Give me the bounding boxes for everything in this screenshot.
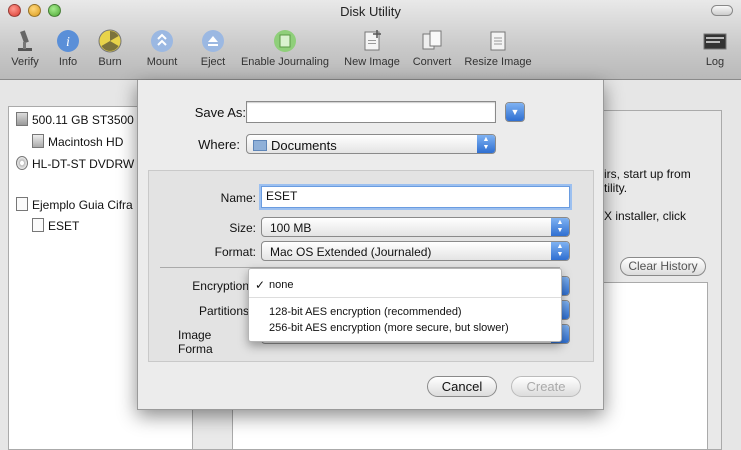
sidebar-item-disk-image[interactable]: Ejemplo Guia Cifra xyxy=(16,197,133,212)
encryption-menu: ✓ none 128-bit AES encryption (recommend… xyxy=(248,268,562,342)
save-as-label: Save As: xyxy=(194,105,246,120)
expand-browser-button[interactable]: ▼ xyxy=(505,102,525,122)
title-toolbar-bar: Disk Utility Verify i Info Burn Mount Ej… xyxy=(0,0,741,80)
volume-icon xyxy=(32,134,44,148)
triangle-down-icon: ▼ xyxy=(506,103,524,121)
cancel-button[interactable]: Cancel xyxy=(427,376,497,397)
save-as-field[interactable] xyxy=(246,101,496,123)
help-text-line-3: X installer, click xyxy=(604,209,687,223)
name-field[interactable]: ESET xyxy=(261,186,570,208)
partitions-label: Partitions xyxy=(198,304,249,318)
resize-image-button[interactable]: Resize Image xyxy=(462,28,534,68)
convert-icon xyxy=(422,30,442,50)
sidebar-item-disk[interactable]: 500.11 GB ST3500 xyxy=(16,112,134,127)
mount-icon xyxy=(151,30,173,52)
svg-text:i: i xyxy=(66,35,70,50)
new-image-sheet: Save As: ▼ Where: Documents ▲ ▼ Name: ESE… xyxy=(137,80,604,410)
info-button[interactable]: i Info xyxy=(52,28,84,68)
popup-arrows-icon: ▲▼ xyxy=(551,218,569,236)
sidebar-item-dvd-drive[interactable]: HL-DT-ST DVDRW xyxy=(16,156,134,171)
info-icon: i xyxy=(57,30,79,52)
folder-icon xyxy=(253,140,267,151)
hard-drive-icon xyxy=(16,112,28,126)
log-console-icon xyxy=(703,33,727,50)
burn-button[interactable]: Burn xyxy=(94,28,126,68)
radiation-icon xyxy=(98,29,122,53)
popup-arrows-icon: ▲▼ xyxy=(551,242,569,260)
where-popup[interactable]: Documents ▲ ▼ xyxy=(246,134,496,154)
mount-button[interactable]: Mount xyxy=(143,28,181,68)
format-label: Format: xyxy=(214,245,256,259)
name-label: Name: xyxy=(220,191,256,205)
sidebar-item-macintosh-hd[interactable]: Macintosh HD xyxy=(32,134,123,149)
where-label: Where: xyxy=(198,137,240,152)
encryption-label: Encryption xyxy=(192,279,249,293)
clear-history-button[interactable]: Clear History xyxy=(620,257,706,276)
help-text-line-2: tility. xyxy=(604,181,628,195)
eject-button[interactable]: Eject xyxy=(197,28,229,68)
journaling-icon xyxy=(274,30,296,52)
checkmark-icon: ✓ xyxy=(255,278,266,292)
resize-image-icon xyxy=(490,31,506,51)
size-label: Size: xyxy=(229,221,256,235)
microscope-icon xyxy=(18,30,32,51)
menu-item-aes-256[interactable]: 256-bit AES encryption (more secure, but… xyxy=(269,322,509,334)
log-button[interactable]: Log xyxy=(698,28,732,68)
menu-item-none[interactable]: none xyxy=(269,279,293,291)
menu-divider xyxy=(249,297,561,298)
volume-icon xyxy=(32,218,44,232)
size-popup[interactable]: 100 MB ▲ ▼ xyxy=(261,217,570,237)
popup-arrows-icon: ▲▼ xyxy=(477,135,495,153)
convert-button[interactable]: Convert xyxy=(409,28,455,68)
format-popup[interactable]: Mac OS Extended (Journaled) ▲ ▼ xyxy=(261,241,570,261)
optical-disc-icon xyxy=(16,156,28,170)
enable-journaling-button[interactable]: Enable Journaling xyxy=(238,28,332,68)
new-image-icon xyxy=(364,30,381,51)
help-text-line-1: irs, start up from xyxy=(604,167,691,181)
toolbar-toggle-button[interactable] xyxy=(711,5,733,16)
verify-button[interactable]: Verify xyxy=(6,28,44,68)
menu-item-aes-128[interactable]: 128-bit AES encryption (recommended) xyxy=(269,306,462,318)
new-image-button[interactable]: New Image xyxy=(342,28,402,68)
window-title: Disk Utility xyxy=(340,4,401,19)
create-button[interactable]: Create xyxy=(511,376,581,397)
sidebar-item-eset[interactable]: ESET xyxy=(32,218,79,233)
image-format-label: Image Forma xyxy=(178,328,213,356)
disk-image-file-icon xyxy=(16,197,28,211)
eject-icon xyxy=(202,30,224,52)
